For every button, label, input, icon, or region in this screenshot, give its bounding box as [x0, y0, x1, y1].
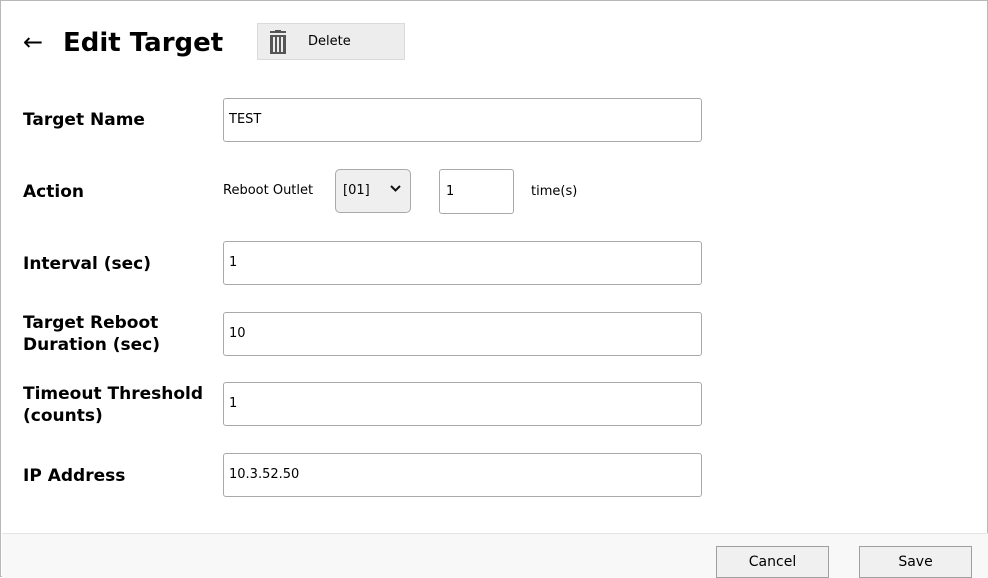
times-unit-label: time(s)	[531, 184, 578, 199]
timeout-threshold-label-line1: Timeout Threshold	[23, 384, 204, 404]
timeout-threshold-label-line2: (counts)	[23, 406, 103, 426]
target-name-label: Target Name	[23, 110, 145, 130]
action-label: Action	[23, 182, 84, 202]
interval-label: Interval (sec)	[23, 254, 152, 274]
ip-address-label: IP Address	[23, 466, 126, 486]
delete-button-label: Delete	[308, 34, 351, 49]
outlet-select-value: [01]	[343, 183, 370, 198]
page-title: Edit Target	[63, 28, 224, 58]
timeout-threshold-label: Timeout Threshold (counts)	[23, 383, 203, 427]
trash-icon	[270, 30, 286, 54]
save-button[interactable]: Save	[859, 546, 972, 578]
reboot-duration-label: Target Reboot Duration (sec)	[23, 312, 160, 356]
delete-button[interactable]: Delete	[257, 23, 405, 60]
timeout-threshold-input[interactable]: 1	[223, 382, 702, 426]
action-type-text: Reboot Outlet	[223, 183, 314, 198]
reboot-times-input[interactable]: 1	[439, 169, 514, 214]
dialog-footer: Cancel Save	[2, 533, 988, 578]
interval-input[interactable]: 1	[223, 241, 702, 285]
outlet-select[interactable]: [01]	[335, 169, 411, 213]
reboot-duration-label-line1: Target Reboot	[23, 313, 159, 333]
reboot-duration-input[interactable]: 10	[223, 312, 702, 356]
cancel-button[interactable]: Cancel	[716, 546, 829, 578]
reboot-duration-label-line2: Duration (sec)	[23, 335, 160, 355]
ip-address-input[interactable]: 10.3.52.50	[223, 453, 702, 497]
target-name-input[interactable]: TEST	[223, 98, 702, 142]
back-arrow-icon[interactable]: ←	[23, 27, 43, 57]
chevron-down-icon	[390, 185, 401, 192]
edit-target-panel: ← Edit Target Delete Target Name TEST Ac…	[0, 0, 988, 578]
